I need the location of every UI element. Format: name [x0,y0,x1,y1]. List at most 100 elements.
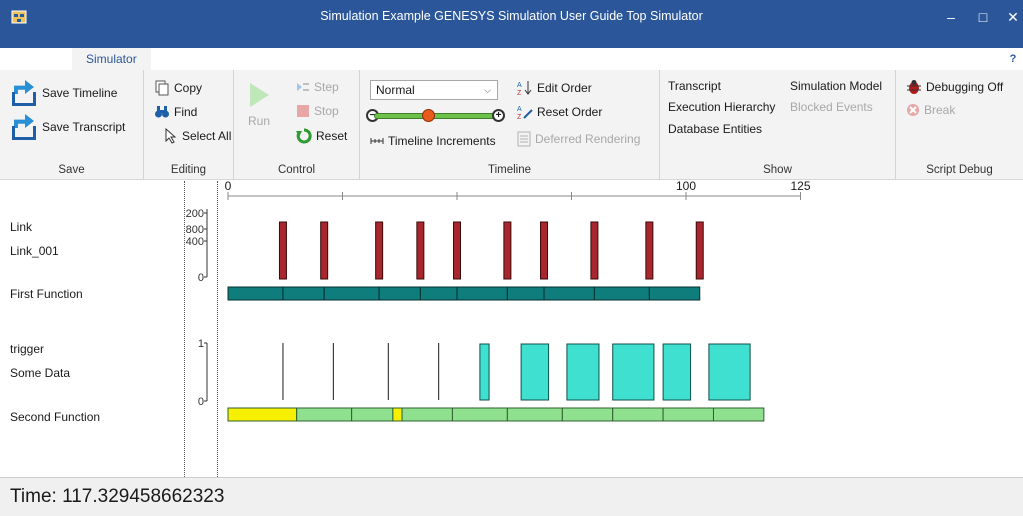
second-function-segment [351,407,394,422]
copy-label: Copy [174,81,203,95]
deferred-rendering-button[interactable]: Deferred Rendering [517,131,640,147]
first-function-segment [648,286,701,301]
first-function-segment [323,286,380,301]
play-icon [250,83,269,107]
save-transcript-label: Save Transcript [42,120,126,134]
editing-group-label: Editing [170,164,207,176]
link-event-bar [503,221,512,280]
find-label: Find [174,105,198,119]
title-bar: Simulation Example GENESYS Simulation Us… [0,0,1023,48]
debugging-off-button[interactable]: Debugging Off [906,79,1003,95]
first-function-segment [227,286,284,301]
save-group-label: Save [58,164,85,176]
minimize-button[interactable]: – [938,4,964,30]
link-event-bar [540,221,549,280]
first-function-segment [419,286,458,301]
reset-label: Reset [316,129,348,143]
link-event-bar [453,221,461,280]
run-button[interactable]: Run [248,82,270,128]
second-function-segment [401,407,453,422]
window-title: Simulation Example GENESYS Simulation Us… [320,9,703,23]
first-function-segment [378,286,421,301]
second-function-segment [296,407,353,422]
svg-text:Z: Z [517,90,522,96]
some-data-bar [479,343,490,401]
save-timeline-label: Save Timeline [42,86,118,100]
save-transcript-icon [10,114,38,140]
save-timeline-button[interactable]: Save Timeline [10,80,117,106]
close-button[interactable]: ✕ [1000,4,1023,30]
binoculars-icon [155,106,169,118]
data-axis-label: 1 [198,338,204,350]
save-transcript-button[interactable]: Save Transcript [10,114,125,140]
svg-text:A: A [517,106,522,113]
first-function-segment [506,286,545,301]
show-group-label: Show [763,164,792,176]
second-function-segment [227,407,298,422]
edit-order-button[interactable]: AZ Edit Order [517,80,592,96]
database-entities-button[interactable]: Database Entities [668,122,762,136]
stop-button[interactable]: Stop [296,104,339,118]
speed-slider[interactable] [374,113,500,119]
copy-button[interactable]: Copy [154,80,202,96]
some-data-bar [708,343,751,401]
tab-views[interactable]: Views [154,48,214,70]
select-all-button[interactable]: Select All [164,128,231,144]
link-event-bar [645,221,654,280]
time-axis-tick-label: 100 [676,181,696,193]
first-function-segment [543,286,595,301]
edit-order-label: Edit Order [537,81,592,95]
speed-select[interactable]: Normal ⌵ [370,80,498,100]
speed-slider-thumb[interactable] [422,109,435,122]
maximize-button[interactable]: □ [970,4,996,30]
link-event-bar [375,221,384,280]
break-button[interactable]: Break [906,103,955,117]
execution-hierarchy-button[interactable]: Execution Hierarchy [668,100,775,114]
deferred-rendering-label: Deferred Rendering [535,132,641,146]
timeline-chart: 0 100 125 200 800400 0 1 0 [186,181,811,422]
second-function-segment [561,407,614,422]
script-debug-group-label: Script Debug [926,164,993,176]
some-data-bar [662,343,692,401]
show-group: Transcript Simulation Model Execution Hi… [660,70,896,180]
select-all-label: Select All [182,129,232,143]
link-event-bar [278,221,287,280]
time-axis-tick-label: 0 [225,181,232,193]
simulation-model-button[interactable]: Simulation Model [790,79,882,93]
copy-icon [155,80,169,96]
zoom-in-icon[interactable]: + [492,109,505,122]
control-group: Run Step Stop Reset Control [234,70,360,180]
first-function-segment [593,286,650,301]
reset-button[interactable]: Reset [296,128,347,144]
second-function-segment [392,407,403,422]
break-icon [907,104,919,116]
ruler-icon [370,138,384,144]
second-function-segment [712,407,765,422]
find-button[interactable]: Find [154,104,197,120]
second-function-segment [506,407,563,422]
tab-file[interactable]: File [18,48,65,70]
first-function-segment [456,286,508,301]
ribbon-options-icon[interactable]: ⚒ [989,51,1001,67]
tab-simulator[interactable]: Simulator [72,48,151,70]
timeline-increments-label: Timeline Increments [388,134,496,148]
step-button[interactable]: Step [296,80,339,94]
step-icon [297,83,309,91]
transcript-button[interactable]: Transcript [668,79,721,93]
second-function-segment [612,407,664,422]
timeline-increments-button[interactable]: Timeline Increments [370,134,496,148]
debugging-off-label: Debugging Off [926,80,1004,94]
some-data-bar [612,343,655,401]
stop-icon [297,105,309,117]
deferred-rendering-icon [517,131,531,147]
help-icon[interactable]: ? [1005,51,1021,67]
link-event-bar [320,221,329,280]
second-function-segment [451,407,508,422]
editing-group: Copy Find Select All Editing [144,70,234,180]
second-function-segment [662,407,714,422]
reset-order-button[interactable]: AZ Reset Order [517,104,602,120]
resource-axis-label: 400 [186,236,204,248]
status-bar: Time: 117.329458662323 [0,477,1023,516]
blocked-events-button[interactable]: Blocked Events [790,100,873,114]
time-axis-tick-label: 125 [790,181,810,193]
